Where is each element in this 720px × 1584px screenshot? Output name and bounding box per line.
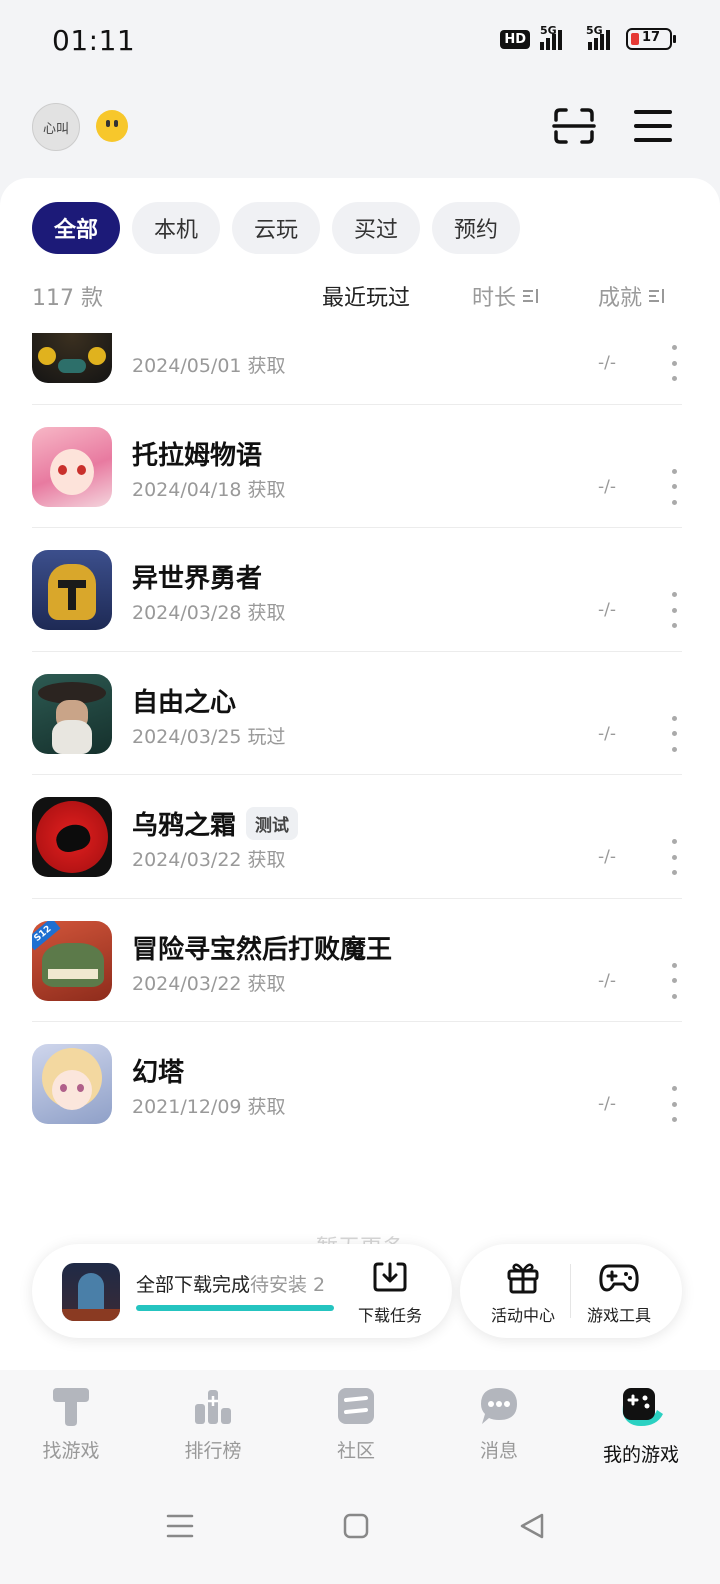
sort-duration[interactable]: 时长 [472,280,540,312]
game-icon [32,797,112,877]
game-icon: S12 [32,920,112,1001]
more-options-icon[interactable] [670,1086,678,1122]
signal-5g-icon-2: 5G [580,24,616,50]
activity-center-button[interactable]: 活动中心 [478,1260,568,1326]
sort-recent[interactable]: 最近玩过 [322,280,410,312]
game-achievement: -/- [598,600,616,620]
mood-emoji-icon[interactable] [96,110,128,142]
nav-ranking[interactable]: 排行榜 [153,1384,273,1463]
chip-purchased[interactable]: 买过 [332,202,420,254]
chip-all[interactable]: 全部 [32,202,120,254]
game-row[interactable]: 自由之心 2024/03/25 玩过 -/- [32,652,682,775]
game-name: 冒险寻宝然后打败魔王 [132,934,393,965]
game-row[interactable]: 2024/05/01 获取 -/- [32,333,682,405]
game-date: 2024/03/28 获取 [132,602,286,624]
more-options-icon[interactable] [670,592,678,628]
battery-icon: 17 [626,28,676,50]
ranking-icon [195,1390,231,1424]
sort-achievement[interactable]: 成就 [598,280,666,312]
divider [570,1264,571,1318]
chip-local[interactable]: 本机 [132,202,220,254]
download-task-button[interactable]: 下载任务 [350,1260,430,1326]
game-row[interactable]: 乌鸦之霜 测试 2024/03/22 获取 -/- [32,775,682,899]
game-name: 乌鸦之霜 测试 [132,805,299,842]
game-date: 2024/03/22 获取 [132,849,286,871]
game-row[interactable]: 托拉姆物语 2024/04/18 获取 -/- [32,405,682,528]
game-icon [32,673,112,754]
message-icon [481,1388,517,1424]
game-achievement: -/- [598,1094,616,1114]
chip-cloud[interactable]: 云玩 [232,202,320,254]
game-achievement: -/- [598,476,616,497]
game-icon [32,426,112,507]
status-bar: 01:11 HD 5G 5G 17 [0,0,720,86]
sort-icon [523,289,539,303]
game-tools-button[interactable]: 游戏工具 [574,1260,664,1326]
game-achievement: -/- [598,353,616,373]
game-achievement: -/- [598,970,616,991]
game-name: 自由之心 [132,687,237,718]
scan-button[interactable] [552,106,596,146]
more-options-icon[interactable] [670,715,678,752]
sort-bar: 117 款 最近玩过 时长 成就 [32,278,688,314]
back-icon[interactable] [518,1512,546,1540]
nav-community[interactable]: 社区 [296,1384,416,1463]
filter-chips: 全部 本机 云玩 买过 预约 [32,202,520,254]
find-games-icon [53,1388,89,1426]
game-row[interactable]: 异世界勇者 2024/03/28 获取 -/- [32,528,682,652]
nav-find-games[interactable]: 找游戏 [11,1384,131,1463]
status-icons: HD 5G 5G 17 [500,24,676,50]
download-game-icon [62,1263,120,1321]
game-row[interactable]: 幻塔 2021/12/09 获取 -/- [32,1022,682,1133]
gift-icon [507,1263,539,1294]
nav-my-games[interactable]: 我的游戏 [581,1384,701,1467]
bottom-nav: 找游戏 排行榜 社区 消息 我的游戏 [0,1370,720,1490]
recent-apps-icon[interactable] [166,1512,194,1540]
game-icon [32,1044,112,1124]
sort-icon [649,289,665,303]
my-games-icon [622,1388,663,1426]
nav-messages[interactable]: 消息 [439,1384,559,1463]
download-status-bar[interactable]: 全部下载完成待安装 2 下载任务 [32,1244,452,1338]
scan-icon [552,108,596,144]
game-count: 117 款 [32,286,103,311]
tools-bar: 活动中心 游戏工具 [460,1244,682,1338]
game-name: 异世界勇者 [132,564,263,594]
status-time: 01:11 [52,24,136,57]
hd-icon: HD [500,29,530,49]
community-icon [338,1388,374,1424]
game-date: 2024/04/18 获取 [132,478,286,501]
download-status-text: 全部下载完成待安装 2 [136,1274,326,1296]
avatar[interactable]: 心叫 [32,103,80,151]
game-name: 托拉姆物语 [132,440,263,471]
more-options-icon[interactable] [670,839,678,875]
home-icon[interactable] [342,1512,370,1540]
more-options-icon[interactable] [670,468,678,505]
game-name: 幻塔 [132,1058,185,1088]
more-options-icon[interactable] [670,962,678,999]
menu-button[interactable] [634,108,672,144]
game-achievement: -/- [598,723,616,744]
download-icon [373,1262,407,1292]
download-progress-bar [136,1305,334,1311]
game-date: 2024/03/25 玩过 [132,725,286,748]
game-date: 2024/05/01 获取 [132,355,286,377]
game-library-panel: 全部 本机 云玩 买过 预约 117 款 最近玩过 时长 成就 2024/05/… [0,178,720,1370]
signal-5g-icon: 5G [540,24,570,50]
game-achievement: -/- [598,847,616,867]
more-options-icon[interactable] [670,345,678,381]
system-nav-bar [0,1490,720,1584]
gamepad-icon [599,1264,639,1292]
game-date: 2021/12/09 获取 [132,1096,286,1118]
menu-icon [634,110,672,142]
game-list: 2024/05/01 获取 -/- 托拉姆物语 2024/04/18 获取 -/… [32,333,682,1133]
game-icon [32,333,112,383]
game-row[interactable]: S12 冒险寻宝然后打败魔王 2024/03/22 获取 -/- [32,899,682,1022]
game-date: 2024/03/22 获取 [132,972,286,995]
game-icon [32,550,112,630]
test-badge: 测试 [246,807,299,840]
chip-reserved[interactable]: 预约 [432,202,520,254]
